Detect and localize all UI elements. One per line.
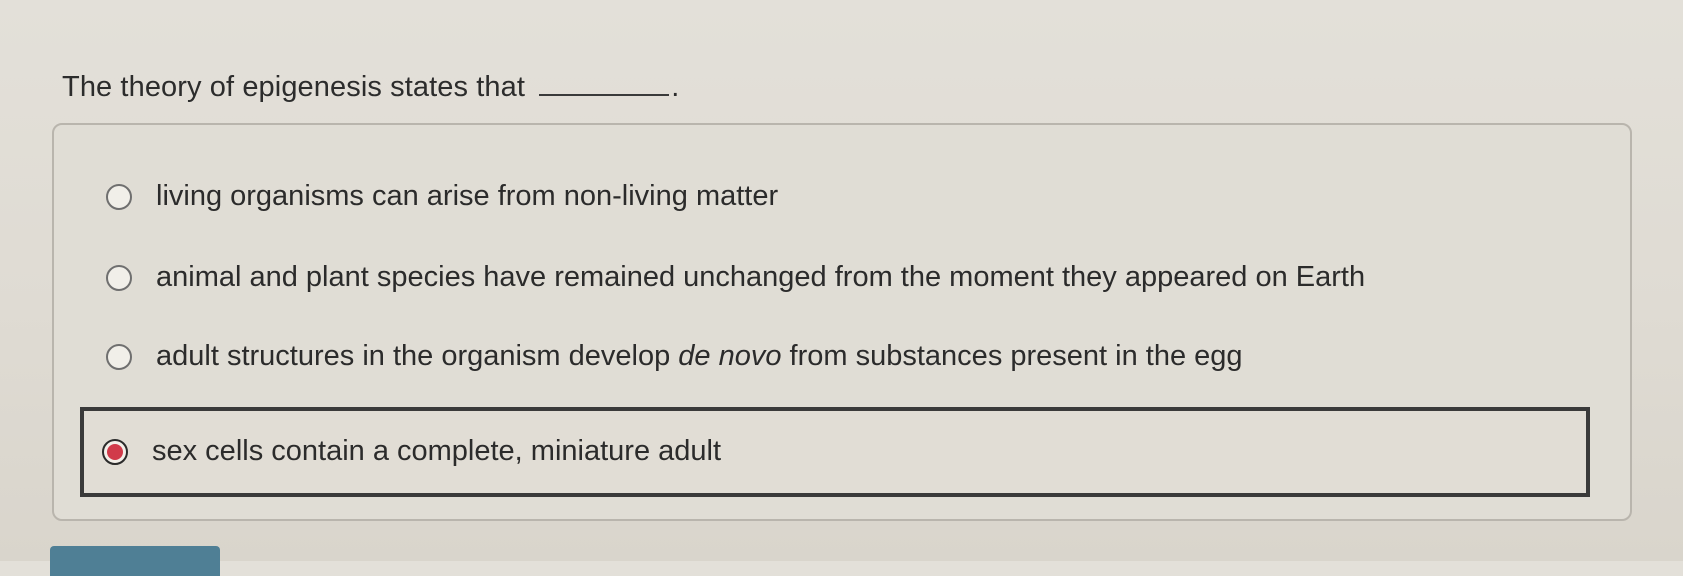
answer-option-4[interactable]: sex cells contain a complete, miniature …	[102, 435, 721, 468]
radio-button-unselected[interactable]	[106, 343, 132, 370]
radio-button-unselected[interactable]	[106, 183, 132, 210]
answer-option-3-label-end: from substances present in the egg	[781, 340, 1243, 372]
question-text: The theory of epigenesis states that .	[62, 70, 679, 104]
answer-option-2-label: animal and plant species have remained u…	[156, 261, 1366, 293]
selected-answer-box[interactable]: sex cells contain a complete, miniature …	[80, 407, 1590, 497]
answers-panel: living organisms can arise from non-livi…	[52, 123, 1632, 521]
question-prompt: The theory of epigenesis states that	[62, 71, 526, 103]
answer-option-3[interactable]: adult structures in the organism develop…	[106, 340, 1243, 373]
answer-option-3-label: adult structures in the organism develop…	[156, 340, 1243, 373]
answer-option-2[interactable]: animal and plant species have remained u…	[106, 261, 1365, 294]
answer-option-1-label: living organisms can arise from non-livi…	[156, 180, 779, 212]
answer-blank	[539, 70, 670, 96]
radio-button-unselected[interactable]	[106, 264, 132, 291]
answer-option-1[interactable]: living organisms can arise from non-livi…	[106, 180, 778, 213]
answer-option-3-italic-term: de novo	[678, 340, 782, 372]
radio-button-selected[interactable]	[102, 438, 128, 465]
submit-button-partial[interactable]	[50, 546, 220, 576]
answer-option-4-label: sex cells contain a complete, miniature …	[152, 435, 722, 467]
question-period: .	[671, 71, 680, 103]
answer-option-3-label-start: adult structures in the organism develop	[156, 340, 679, 372]
